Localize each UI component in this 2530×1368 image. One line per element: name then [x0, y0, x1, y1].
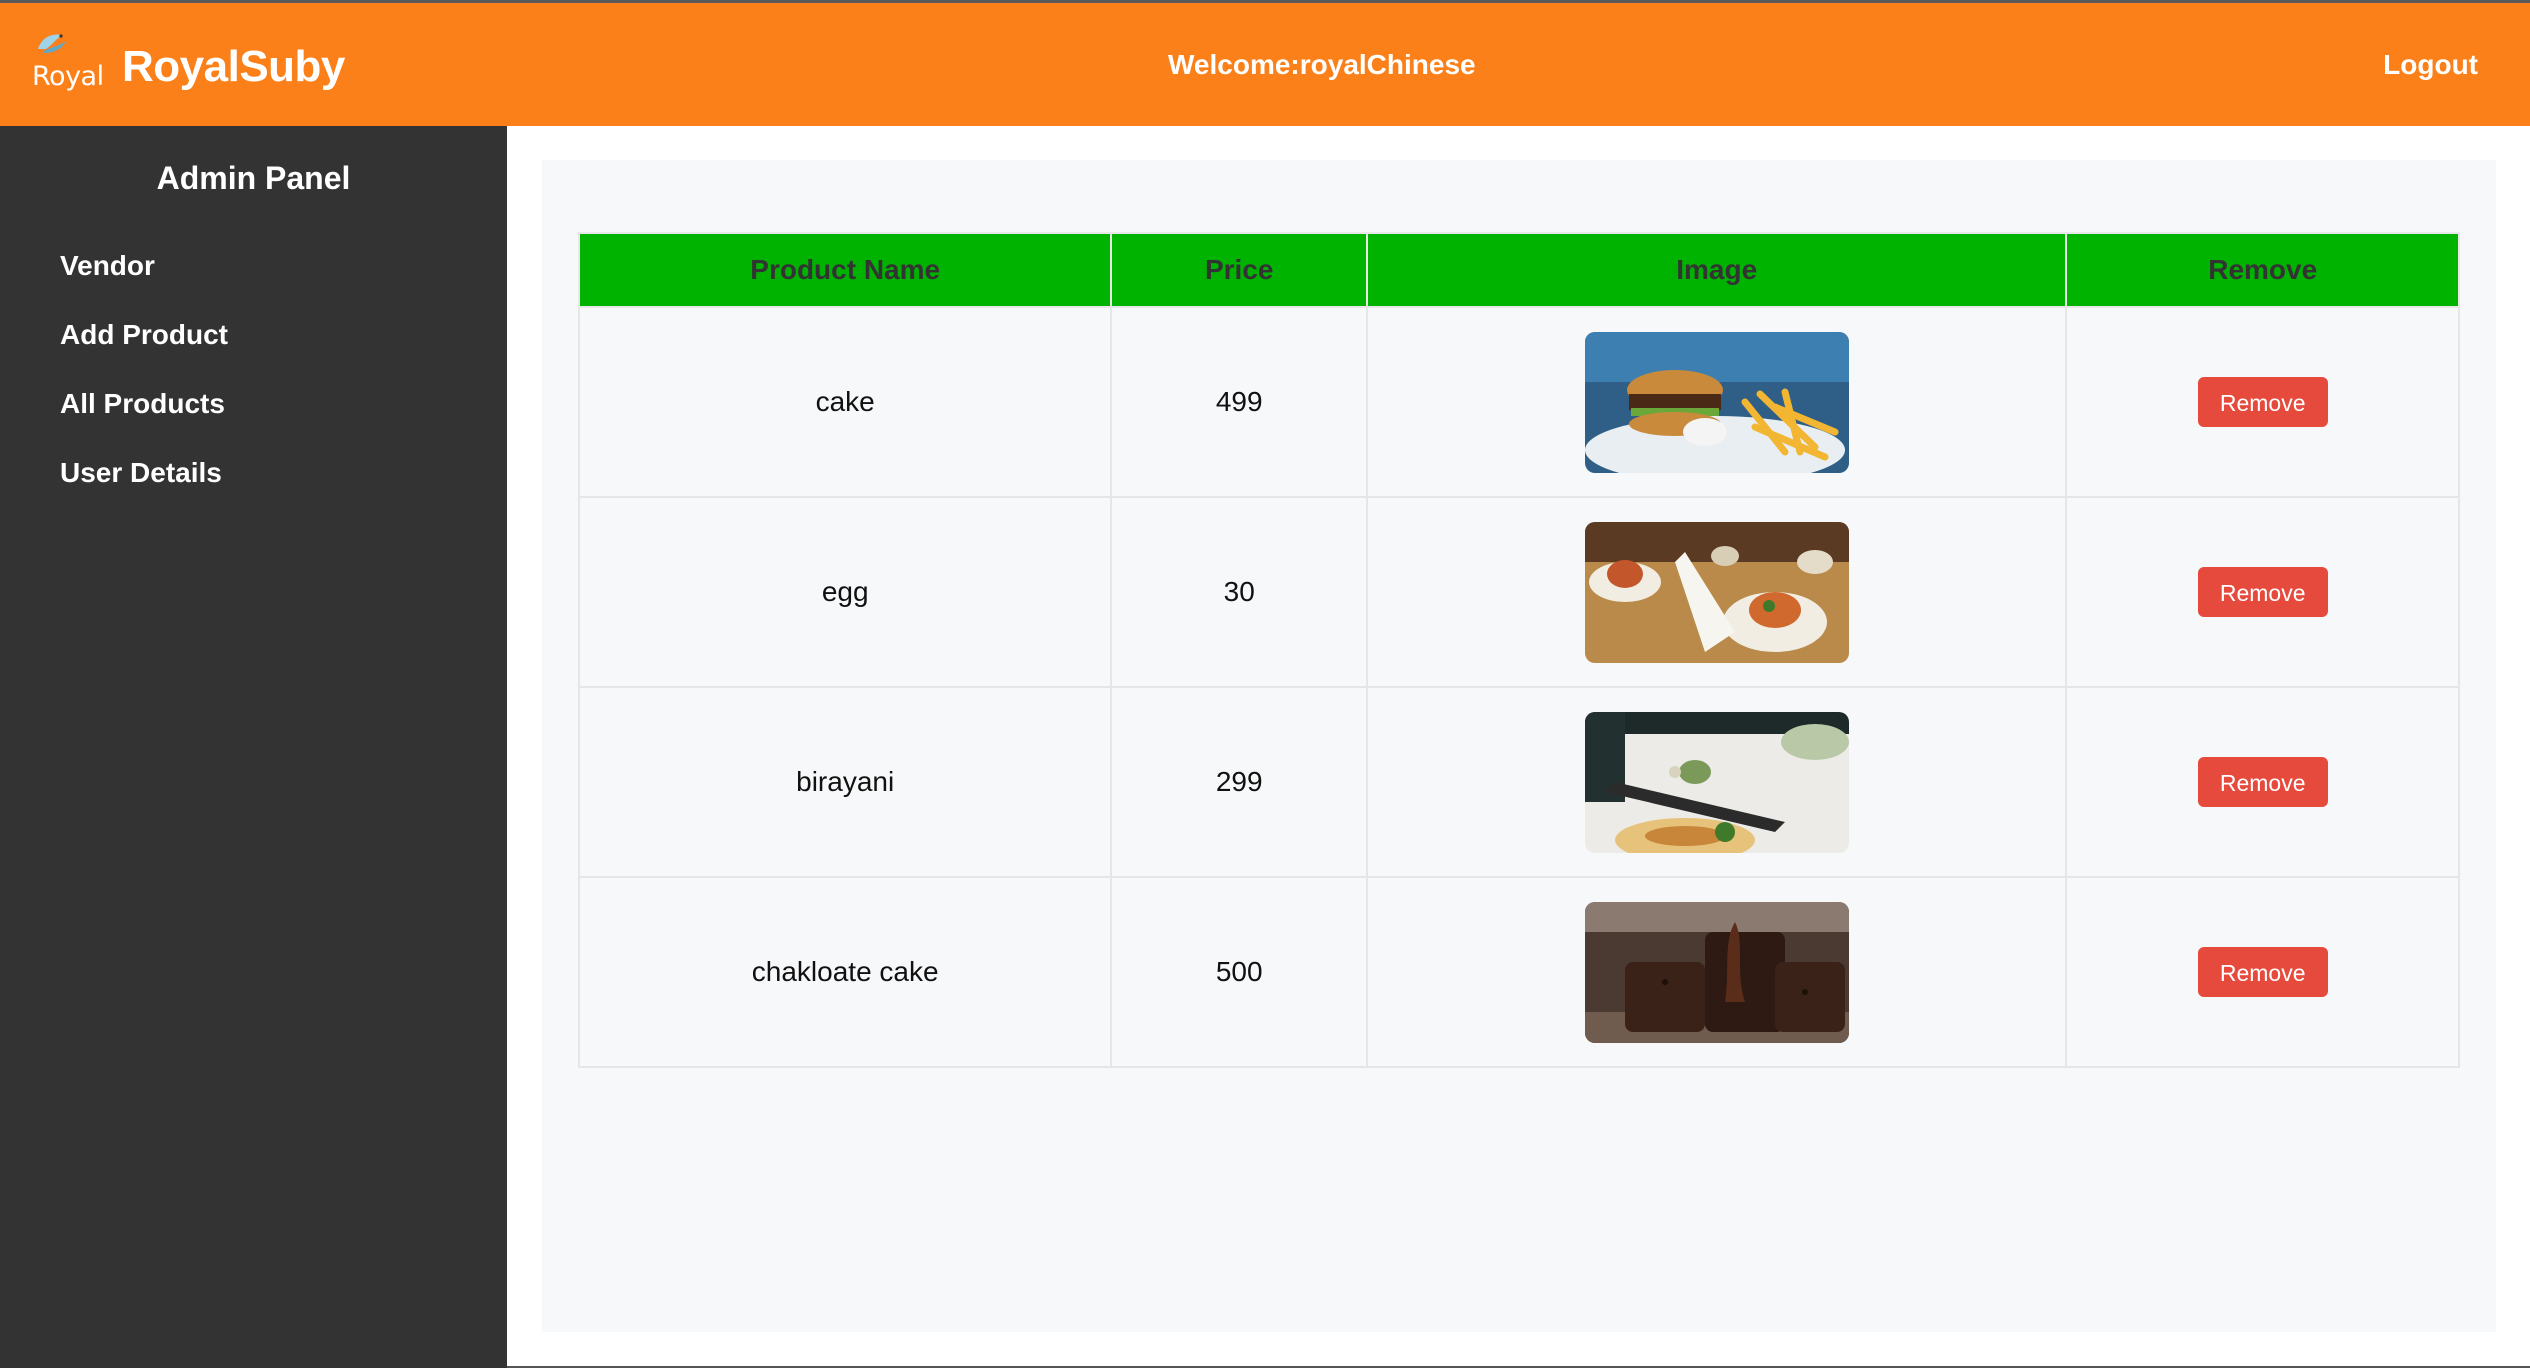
product-image — [1584, 331, 1849, 473]
product-image — [1584, 521, 1849, 663]
logout-button[interactable]: Logout — [2383, 49, 2478, 81]
remove-button[interactable]: Remove — [2197, 567, 2328, 617]
logo-text: Royal — [32, 61, 104, 92]
brand[interactable]: Royal RoyalSuby — [32, 27, 345, 107]
header-price: Price — [1110, 232, 1369, 308]
remove-cell: Remove — [2065, 496, 2460, 688]
product-price-cell: 30 — [1110, 496, 1369, 688]
logo[interactable]: Royal — [32, 27, 104, 107]
products-panel: Product Name Price Image Remove cake 499 — [542, 160, 2496, 1332]
product-image — [1584, 901, 1849, 1043]
remove-button[interactable]: Remove — [2197, 757, 2328, 807]
remove-cell: Remove — [2065, 876, 2460, 1068]
sidebar-item-add-product[interactable]: Add Product — [60, 319, 228, 388]
remove-button[interactable]: Remove — [2197, 377, 2328, 427]
brand-name: RoyalSuby — [122, 42, 345, 91]
table-header-row: Product Name Price Image Remove — [577, 232, 2460, 308]
product-image-cell — [1366, 496, 2068, 688]
product-image-cell — [1366, 306, 2068, 498]
header-product-name: Product Name — [577, 232, 1113, 308]
admin-sidebar: Admin Panel Vendor Add Product All Produ… — [0, 126, 507, 1368]
product-name-cell: egg — [577, 496, 1113, 688]
product-price-cell: 500 — [1110, 876, 1369, 1068]
sidebar-item-vendor[interactable]: Vendor — [60, 250, 228, 319]
remove-button[interactable]: Remove — [2197, 947, 2328, 997]
product-image-cell — [1366, 876, 2068, 1068]
product-name-cell: birayani — [577, 686, 1113, 878]
table-row: cake 499 Remove — [577, 306, 2460, 498]
remove-cell: Remove — [2065, 686, 2460, 878]
product-name-cell: cake — [577, 306, 1113, 498]
table-row: birayani 299 Remove — [577, 686, 2460, 878]
product-image — [1584, 711, 1849, 853]
bird-icon — [38, 34, 66, 53]
sidebar-item-all-products[interactable]: All Products — [60, 388, 228, 457]
table-row: chakloate cake 500 Remove — [577, 876, 2460, 1068]
header-image: Image — [1366, 232, 2068, 308]
product-name-cell: chakloate cake — [577, 876, 1113, 1068]
sidebar-nav: Vendor Add Product All Products User Det… — [60, 250, 228, 526]
remove-cell: Remove — [2065, 306, 2460, 498]
products-table: Product Name Price Image Remove cake 499 — [577, 232, 2460, 1068]
top-navbar: Royal RoyalSuby Welcome:royalChinese Log… — [0, 0, 2530, 126]
product-price-cell: 499 — [1110, 306, 1369, 498]
product-image-cell — [1366, 686, 2068, 878]
table-row: egg 30 Remove — [577, 496, 2460, 688]
product-price-cell: 299 — [1110, 686, 1369, 878]
sidebar-title: Admin Panel — [156, 160, 351, 196]
welcome-message: Welcome:royalChinese — [1168, 49, 1476, 80]
header-remove: Remove — [2065, 232, 2460, 308]
sidebar-item-user-details[interactable]: User Details — [60, 457, 228, 526]
